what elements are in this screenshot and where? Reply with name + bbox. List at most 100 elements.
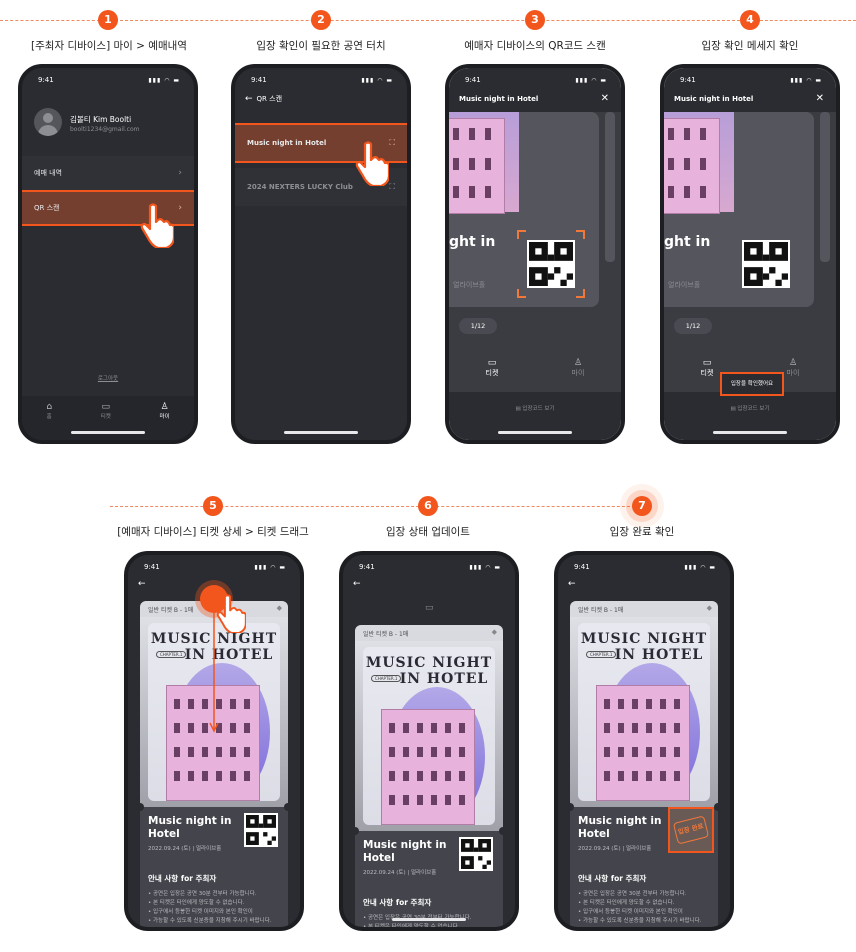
home-icon: ⌂ (46, 402, 53, 412)
tab-ticket-label: 티켓 (485, 369, 499, 377)
signal-wifi-battery-icon: ▮▮▮ ◠ ▬ (254, 563, 286, 571)
step-connector-row2 (110, 506, 650, 507)
show-venue: 얼라이브홀 (625, 846, 652, 852)
status-time: 9:41 (465, 76, 481, 84)
ticket-notice: 안내 사항 for 주최자 공연은 입장은 공연 30분 전부터 가능합니다. … (148, 873, 282, 926)
poster-tag: CHAPTER.1 (586, 651, 617, 658)
scan-icon: ⛶ (389, 182, 395, 191)
notice-item: 공연은 입장은 공연 30분 전부터 가능합니다. (148, 890, 282, 899)
phone-ticket-drag: 9:41 ▮▮▮ ◠ ▬ ← 일반 티켓 B - 1매 ◆ MUSIC NIGHT… (124, 551, 304, 931)
home-indicator (284, 431, 358, 434)
status-time: 9:41 (144, 563, 160, 571)
chevron-right-icon: › (178, 168, 182, 178)
ticket-card[interactable]: 일반 티켓 B - 1매 ◆ MUSIC NIGHT IN HOTEL CHAP… (355, 625, 503, 927)
step-badge-6: 6 (418, 496, 438, 516)
close-icon[interactable]: ✕ (601, 93, 609, 104)
ticket-type: 일반 티켓 B - 1매 (148, 607, 194, 614)
step-connector-row1 (110, 20, 750, 21)
back-arrow-icon[interactable]: ← (245, 94, 253, 104)
profile-name: 김볼티 Kim Boolti (70, 115, 132, 124)
venue-partial: 얼라이브홀 (453, 281, 486, 289)
signal-wifi-battery-icon: ▮▮▮ ◠ ▬ (790, 76, 822, 84)
ticket-notice: 안내 사항 for 주최자 공연은 입장은 공연 30분 전부터 가능합니다. … (363, 897, 497, 927)
scanner-title: Music night in Hotel (674, 95, 754, 103)
step-caption-5: [예매자 디바이스] 티켓 상세 > 티켓 드래그 (117, 526, 309, 538)
close-icon[interactable]: ✕ (816, 93, 824, 104)
tab-my[interactable]: ♙ 마이 (572, 358, 585, 392)
tap-hand-icon (355, 141, 389, 186)
home-indicator (71, 431, 145, 434)
show-date: 2022.09.24 (토) (363, 870, 406, 876)
entry-code-label: 입장코드 보기 (737, 406, 770, 412)
status-bar: 9:41 ▮▮▮ ◠ ▬ (465, 74, 607, 86)
notice-item: 가능할 수 있도록 신분증을 지참해 주시기 바랍니다. (578, 917, 712, 926)
back-arrow-icon[interactable]: ← (353, 579, 361, 589)
notice-item: 가능할 수 있도록 신분증을 지참해 주시기 바랍니다. (148, 917, 282, 926)
ticket-qr-code (244, 813, 278, 847)
status-time: 9:41 (574, 563, 590, 571)
ticket-type: 일반 티켓 B - 1매 (363, 631, 409, 638)
notice-title: 안내 사항 for 주최자 (148, 874, 217, 883)
ticket-icon: ▭ (702, 358, 712, 368)
signal-wifi-battery-icon: ▮▮▮ ◠ ▬ (469, 563, 501, 571)
entry-code-button[interactable]: ▤ 입장코드 보기 (664, 404, 836, 412)
tab-home[interactable]: ⌂ 홈 (46, 402, 52, 420)
poster-title-line1: MUSIC NIGHT (365, 655, 493, 671)
logout-link[interactable]: 로그아웃 (22, 374, 194, 382)
notice-item: 본 티켓은 타인에게 양도할 수 없습니다. (578, 899, 712, 908)
stamp-text: 입장 완료 (677, 821, 705, 837)
back-arrow-icon[interactable]: ← (568, 579, 576, 589)
step-connector-row1-tail (760, 20, 856, 21)
entry-code-label: 입장코드 보기 (522, 406, 555, 412)
tab-ticket[interactable]: ▭ 티켓 (101, 402, 111, 420)
entry-code-button[interactable]: ▤ 입장코드 보기 (449, 404, 621, 412)
tab-my-label: 마이 (571, 369, 585, 377)
ticket-icon: ▭ (487, 358, 497, 368)
page-indicator: 1/12 (459, 318, 497, 334)
signal-wifi-battery-icon: ▮▮▮ ◠ ▬ (361, 76, 393, 84)
home-indicator (392, 918, 466, 921)
phone-qr-confirmed: 9:41 ▮▮▮ ◠ ▬ Music night in Hotel ✕ ght i… (660, 64, 840, 444)
menu-reservations[interactable]: 예매 내역 › (22, 156, 194, 190)
notice-title: 안내 사항 for 주최자 (363, 898, 432, 907)
scanner-title: Music night in Hotel (459, 95, 539, 103)
phone-entry-complete: 9:41 ▮▮▮ ◠ ▬ ← 일반 티켓 B - 1매 ◆ MUSIC NIGHT… (554, 551, 734, 931)
ticket-poster: MUSIC NIGHT IN HOTEL CHAPTER.1 (578, 623, 710, 801)
step-caption-6: 입장 상태 업데이트 (386, 526, 470, 538)
notice-item: 공연은 입장은 공연 30분 전부터 가능합니다. (578, 890, 712, 899)
ticket-tab-bar: ▭ 티켓 ♙ 마이 (449, 352, 621, 392)
status-time: 9:41 (38, 76, 54, 84)
tap-hand-icon (140, 203, 174, 248)
status-bar: 9:41 ▮▮▮ ◠ ▬ (359, 561, 501, 573)
ticket-notice: 안내 사항 for 주최자 공연은 입장은 공연 30분 전부터 가능합니다. … (578, 873, 712, 926)
tab-ticket[interactable]: ▭ 티켓 (486, 358, 499, 392)
status-time: 9:41 (680, 76, 696, 84)
ticket-card[interactable]: 일반 티켓 B - 1매 ◆ MUSIC NIGHT IN HOTEL CHAP… (570, 601, 718, 927)
signal-wifi-battery-icon: ▮▮▮ ◠ ▬ (575, 76, 607, 84)
entry-complete-stamp: 입장 완료 (668, 807, 714, 853)
ticket-qr-code (742, 240, 790, 288)
step-caption-1: [주최자 디바이스] 마이 > 예매내역 (31, 40, 187, 52)
signal-wifi-battery-icon: ▮▮▮ ◠ ▬ (148, 76, 180, 84)
phone-qr-scanner: 9:41 ▮▮▮ ◠ ▬ Music night in Hotel ✕ ght i… (445, 64, 625, 444)
tab-my[interactable]: ♙ 마이 (787, 358, 800, 392)
status-bar: 9:41 ▮▮▮ ◠ ▬ (144, 561, 286, 573)
scan-frame (517, 230, 585, 298)
status-bar: 9:41 ▮▮▮ ◠ ▬ (251, 74, 393, 86)
status-time: 9:41 (251, 76, 267, 84)
avatar (34, 108, 62, 136)
back-arrow-icon[interactable]: ← (138, 579, 146, 589)
step-connector-row1-lead (0, 20, 100, 21)
ticket-title-partial: ght in (664, 234, 711, 250)
tab-ticket-label: 티켓 (100, 414, 111, 420)
ticket-title-partial: ght in (449, 234, 496, 250)
step-badge-1: 1 (98, 10, 118, 30)
page-indicator: 1/12 (674, 318, 712, 334)
tab-ticket[interactable]: ▭ 티켓 (701, 358, 714, 392)
step-badge-4: 4 (740, 10, 760, 30)
status-time: 9:41 (359, 563, 375, 571)
show-venue: 얼라이브홀 (195, 846, 222, 852)
qr-header: ← QR 스캔 (245, 94, 282, 104)
notice-title: 안내 사항 for 주최자 (578, 874, 647, 883)
tab-my[interactable]: ♙ 마이 (160, 402, 170, 420)
